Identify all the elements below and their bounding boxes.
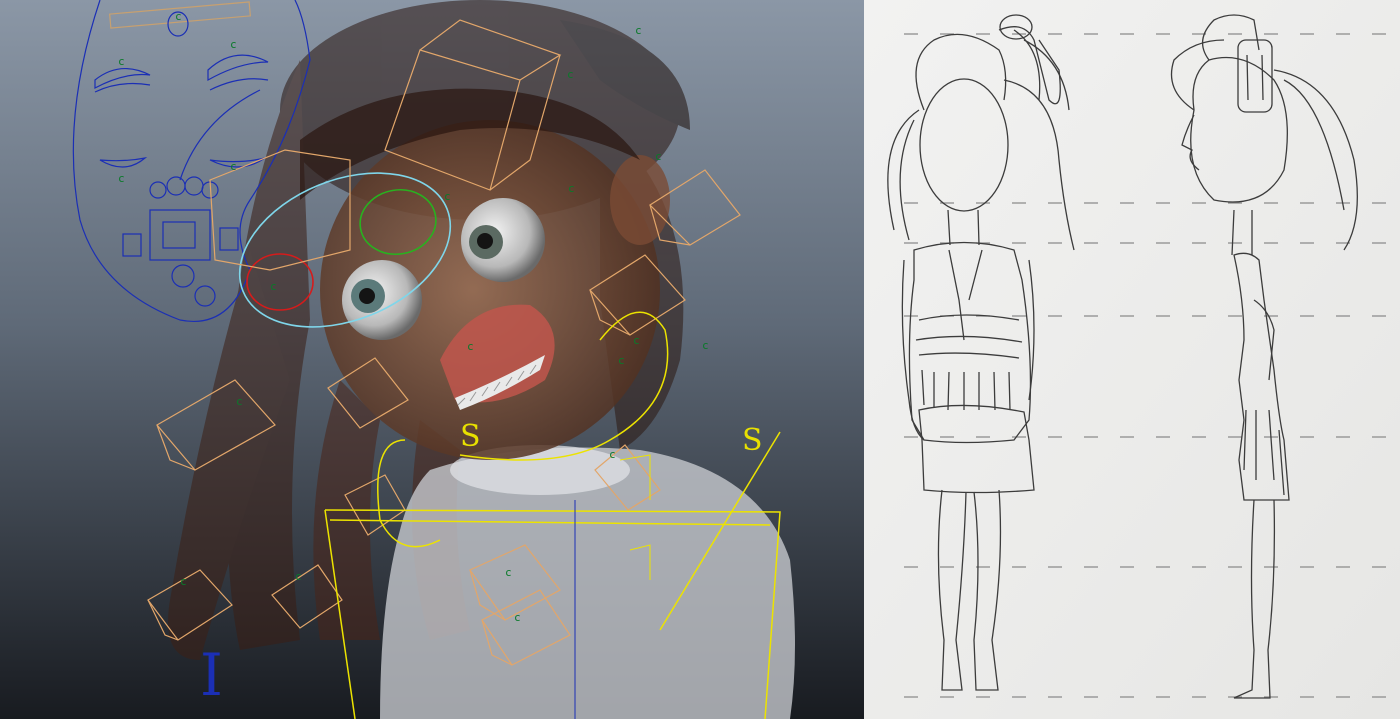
svg-text:c: c: [175, 10, 182, 23]
svg-text:c: c: [633, 334, 640, 347]
svg-text:c: c: [635, 24, 642, 37]
svg-text:c: c: [230, 38, 237, 51]
viewport-canvas: c c c c c c c c c c c c c c c c c c c c: [0, 0, 864, 719]
character-sketch: [864, 0, 1400, 719]
sketch-paper: [864, 0, 1400, 719]
svg-text:c: c: [230, 160, 237, 173]
composite-image: c c c c c c c c c c c c c c c c c c c c: [0, 0, 1400, 719]
svg-text:c: c: [702, 339, 709, 352]
svg-text:c: c: [180, 575, 187, 588]
svg-text:c: c: [118, 172, 125, 185]
svg-text:c: c: [609, 448, 616, 461]
svg-text:c: c: [295, 570, 302, 583]
svg-text:c: c: [568, 182, 575, 195]
body-mesh: [380, 445, 795, 719]
shoulder-label-right[interactable]: S: [742, 423, 763, 458]
svg-text:c: c: [514, 611, 521, 624]
root-control[interactable]: I: [200, 641, 223, 709]
svg-text:c: c: [618, 354, 625, 367]
svg-text:c: c: [655, 150, 662, 163]
shoulder-label-left[interactable]: S: [460, 419, 481, 454]
svg-text:c: c: [505, 566, 512, 579]
sketch-canvas: [864, 0, 1400, 719]
svg-text:c: c: [444, 190, 451, 203]
svg-text:c: c: [467, 340, 474, 353]
svg-text:c: c: [236, 395, 243, 408]
svg-text:c: c: [270, 280, 277, 293]
rig-viewport: c c c c c c c c c c c c c c c c c c c c: [0, 0, 864, 719]
svg-text:c: c: [567, 68, 574, 81]
svg-text:c: c: [118, 55, 125, 68]
